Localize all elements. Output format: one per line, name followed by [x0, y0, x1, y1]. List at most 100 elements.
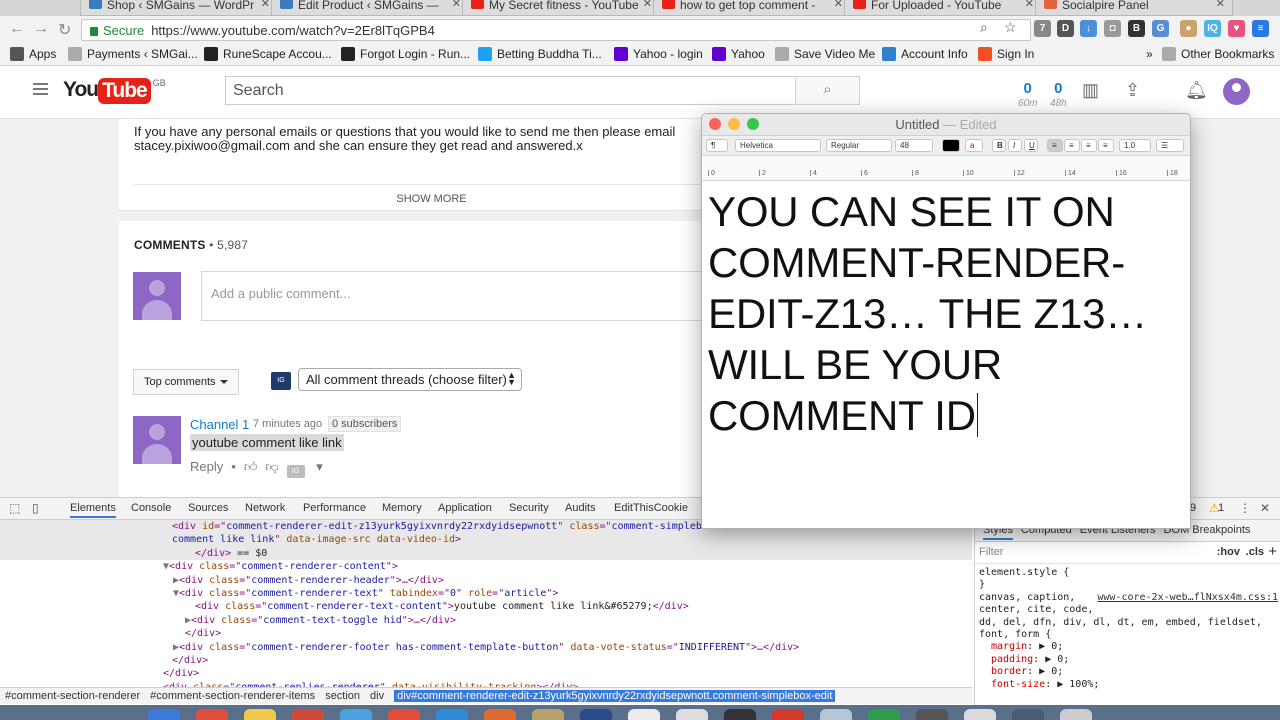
devtools-tab[interactable]: Console — [131, 502, 171, 514]
css-property[interactable]: border — [991, 666, 1027, 677]
dock-app-icon[interactable] — [148, 709, 180, 720]
dom-node-line[interactable]: ▼<div class="comment-renderer-text" tabi… — [0, 587, 972, 600]
tab-close-icon[interactable]: ✕ — [261, 0, 270, 10]
font-style-select[interactable]: Regular — [826, 139, 892, 152]
search-button[interactable]: ⌕ — [795, 76, 860, 105]
bookmark-star-icon[interactable]: ☆ — [1004, 19, 1017, 36]
browser-tab[interactable]: how to get top comment - ✕ — [653, 0, 851, 16]
dock-app-icon[interactable] — [1060, 709, 1092, 720]
devtools-tab[interactable]: Security — [509, 502, 549, 514]
breadcrumb-item[interactable]: section — [325, 690, 360, 702]
dock-app-icon[interactable] — [868, 709, 900, 720]
comment-filter-select[interactable]: All comment threads (choose filter) ▲ ▼ — [298, 368, 522, 391]
bookmark-item[interactable]: Forgot Login - Run... — [341, 47, 470, 61]
address-bar[interactable]: Secure https://www.youtube.com/watch?v=2E… — [81, 19, 1031, 41]
pink-extension-icon[interactable]: ♥ — [1228, 20, 1245, 37]
bookmark-item[interactable]: Account Info — [882, 47, 968, 61]
ruler[interactable]: 0 2 4 6 8 10 12 14 16 18 — [702, 156, 1190, 181]
forward-arrow-icon[interactable]: → — [33, 20, 49, 38]
breadcrumb-item[interactable]: #comment-section-renderer — [5, 690, 140, 702]
styles-filter[interactable]: Filter :hov .cls + — [975, 542, 1280, 564]
youtube-logo[interactable]: You Tube GB — [63, 78, 166, 104]
zoom-window-icon[interactable] — [747, 118, 759, 130]
dock-app-icon[interactable] — [964, 709, 996, 720]
tab-close-icon[interactable]: ✕ — [834, 0, 843, 10]
devtools-tab[interactable]: Application — [438, 502, 492, 514]
dock-app-icon[interactable] — [628, 709, 660, 720]
bookmark-item[interactable]: Sign In — [978, 47, 1034, 61]
dock-app-icon[interactable] — [1012, 709, 1044, 720]
download-extension-icon[interactable]: ↓ — [1080, 20, 1097, 37]
font-size-select[interactable]: 48 — [895, 139, 933, 152]
dom-node-line[interactable]: ▶<div class="comment-text-toggle hid">…<… — [0, 614, 972, 627]
comment-author-avatar[interactable] — [133, 416, 181, 464]
bookmark-item[interactable]: Payments ‹ SMGai... — [68, 47, 198, 61]
dock-app-icon[interactable] — [916, 709, 948, 720]
dock-app-icon[interactable] — [676, 709, 708, 720]
dom-node-line[interactable]: </div> — [0, 667, 972, 680]
align-right-icon[interactable]: ≡ — [1081, 139, 1097, 152]
comment-time[interactable]: 7 minutes ago — [253, 418, 322, 430]
close-devtools-icon[interactable]: ✕ — [1260, 501, 1270, 515]
css-value[interactable]: 0; — [1051, 666, 1063, 677]
show-more-button[interactable]: SHOW MORE — [119, 193, 744, 205]
line-spacing-select[interactable]: 1.0 — [1119, 139, 1151, 152]
css-property[interactable]: margin — [991, 641, 1027, 652]
device-toggle-icon[interactable]: ▯ — [32, 501, 39, 515]
devtools-tab[interactable]: Memory — [382, 502, 422, 514]
dom-node-line[interactable]: </div> — [0, 627, 972, 640]
align-center-icon[interactable]: ≡ — [1064, 139, 1080, 152]
dock-app-icon[interactable] — [772, 709, 804, 720]
devtools-tab[interactable]: Elements — [70, 502, 116, 518]
bold-button[interactable]: B — [992, 139, 1006, 152]
bookmark-item[interactable]: Save Video Me — [775, 47, 875, 61]
b-extension-icon[interactable]: B — [1128, 20, 1145, 37]
devtools-tab[interactable]: EditThisCookie — [614, 502, 688, 514]
browser-tab[interactable]: Shop ‹ SMGains — WordPr ✕ — [80, 0, 278, 16]
browser-tab[interactable]: Socialpire Panel ✕ — [1035, 0, 1233, 16]
reply-button[interactable]: Reply — [190, 459, 223, 474]
extension-d-icon[interactable]: D — [1057, 20, 1074, 37]
chevron-down-icon[interactable]: ▾ — [316, 459, 323, 474]
bookmark-item[interactable]: Betting Buddha Ti... — [478, 47, 602, 61]
blue-extension-icon[interactable]: ≡ — [1252, 20, 1269, 37]
camera-extension-icon[interactable]: ◘ — [1104, 20, 1121, 37]
italic-button[interactable]: I — [1008, 139, 1022, 152]
filter-extension-icon[interactable]: IG — [271, 372, 291, 390]
css-property[interactable]: padding — [991, 654, 1033, 665]
inspect-element-icon[interactable]: ⬚ — [9, 501, 20, 515]
zoom-icon[interactable]: ⌕ — [980, 19, 988, 36]
dom-node-line[interactable]: ▼<div class="comment-renderer-content"> — [0, 560, 972, 573]
dock-app-icon[interactable] — [724, 709, 756, 720]
devtools-tab[interactable]: Performance — [303, 502, 366, 514]
comment-author[interactable]: Channel 1 — [190, 417, 249, 432]
add-comment-input[interactable]: Add a public comment... — [201, 271, 761, 321]
reload-icon[interactable]: ↻ — [58, 20, 71, 40]
iq-extension-icon[interactable]: IQ — [1204, 20, 1221, 37]
extension-mini-icon[interactable]: IG — [286, 465, 305, 478]
font-family-select[interactable]: Helvetica — [735, 139, 821, 152]
paragraph-style-select[interactable]: ¶ — [706, 139, 728, 152]
css-value[interactable]: 100%; — [1069, 679, 1099, 690]
dock-app-icon[interactable] — [196, 709, 228, 720]
breadcrumb-item[interactable]: #comment-section-renderer-items — [150, 690, 315, 702]
devtools-tab[interactable]: Audits — [565, 502, 596, 514]
text-color-swatch[interactable] — [942, 139, 960, 152]
account-avatar[interactable] — [1223, 78, 1250, 105]
css-property[interactable]: font-size — [991, 679, 1045, 690]
bell-icon[interactable]: 🔔︎ — [1185, 80, 1208, 101]
underline-button[interactable]: U — [1024, 139, 1038, 152]
bookmark-item[interactable]: Yahoo - login — [614, 47, 703, 61]
add-rule-icon[interactable]: + — [1268, 543, 1277, 560]
stat-60m[interactable]: 0 60m — [1018, 80, 1037, 109]
browser-tab[interactable]: For Uploaded - YouTube ✕ — [844, 0, 1042, 16]
hov-toggle[interactable]: :hov — [1217, 546, 1240, 558]
bookmark-item[interactable]: Apps — [10, 47, 56, 61]
tab-close-icon[interactable]: ✕ — [452, 0, 461, 10]
minimize-window-icon[interactable] — [728, 118, 740, 130]
dom-node-line[interactable]: ▶<div class="comment-renderer-footer has… — [0, 641, 972, 654]
thumbs-down-icon[interactable]: 👎︎ — [265, 459, 278, 474]
thumbs-up-icon[interactable]: 👍︎ — [244, 459, 258, 474]
bookmark-item[interactable]: RuneScape Accou... — [204, 47, 332, 61]
browser-tab[interactable]: My Secret fitness - YouTube ✕ — [462, 0, 660, 16]
